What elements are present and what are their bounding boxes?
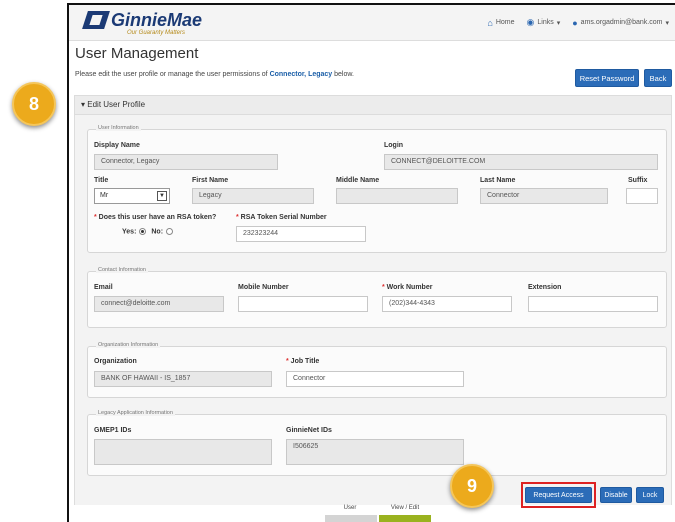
page-title: User Management	[75, 45, 199, 62]
middle-name-label: Middle Name	[336, 177, 380, 184]
intro-user-name: Connector, Legacy	[269, 71, 333, 78]
nav-user-menu[interactable]: ● ams.orgadmin@bank.com ▾	[572, 18, 669, 28]
job-title-field[interactable]: Connector	[286, 371, 464, 387]
login-label: Login	[384, 142, 404, 149]
home-icon: ⌂	[487, 17, 493, 28]
chevron-down-icon: ▾	[665, 19, 669, 27]
title-select[interactable]: Mr ▼	[94, 188, 170, 204]
nav-links-label: Links	[537, 19, 554, 26]
mobile-field[interactable]	[238, 296, 368, 312]
suffix-field[interactable]	[626, 188, 658, 204]
intro-suffix: below.	[332, 71, 354, 78]
display-name-label: Display Name	[94, 142, 140, 149]
rsa-yes-label: Yes:	[122, 228, 137, 236]
gmep1-ids-label: GMEP1 IDs	[94, 427, 132, 434]
intro-prefix: Please edit the user profile or manage t…	[75, 71, 270, 78]
disable-button[interactable]: Disable	[600, 487, 632, 503]
title-select-value: Mr	[100, 192, 109, 199]
top-nav: ⌂ Home ◉ Links ▾ ● ams.orgadmin@bank.com ▾	[487, 17, 669, 28]
group-legend: Legacy Application Information	[96, 410, 175, 416]
organization-label: Organization	[94, 358, 137, 365]
nav-user-label: ams.orgadmin@bank.com	[580, 19, 663, 26]
nav-links[interactable]: ◉ Links ▾	[527, 17, 561, 28]
middle-name-field[interactable]	[336, 188, 458, 204]
rsa-radio-group: Yes: No:	[122, 228, 176, 235]
first-name-field[interactable]: Legacy	[192, 188, 314, 204]
top-bar: GinnieMae Our Guaranty Matters ⌂ Home ◉ Li…	[69, 5, 675, 41]
rsa-serial-label: * RSA Token Serial Number	[236, 214, 327, 221]
section-title: Edit User Profile	[87, 100, 146, 109]
back-button[interactable]: Back	[644, 69, 672, 87]
contact-information-group: Contact Information Email connect@deloit…	[87, 267, 667, 328]
extension-label: Extension	[528, 284, 562, 291]
nav-home-label: Home	[495, 19, 515, 26]
nav-home[interactable]: ⌂ Home	[487, 18, 514, 28]
logo-text: GinnieMae	[111, 10, 203, 30]
display-name-field[interactable]: Connector, Legacy	[94, 154, 278, 170]
organization-field[interactable]: BANK OF HAWAII - IS_1857	[94, 371, 272, 387]
legacy-application-group: Legacy Application Information GMEP1 IDs…	[87, 410, 667, 476]
last-name-field[interactable]: Connector	[480, 188, 608, 204]
rsa-no-radio[interactable]	[166, 228, 174, 235]
work-number-field[interactable]: (202)344-4343	[382, 296, 512, 312]
edit-profile-panel: User Information Display Name Connector,…	[74, 115, 672, 505]
rsa-yes-radio[interactable]	[139, 228, 147, 235]
chevron-down-icon: ▼	[157, 191, 167, 201]
logo-mark-icon	[82, 11, 110, 29]
step-badge-9: 9	[450, 464, 494, 508]
edit-user-profile-toggle[interactable]: ▾ Edit User Profile	[74, 95, 672, 115]
group-legend: Organization Information	[96, 342, 161, 348]
group-legend: Contact Information	[96, 267, 148, 273]
rsa-question-text: Does this user have an RSA token?	[98, 214, 217, 221]
rsa-no-label: No:	[151, 228, 164, 236]
email-label: Email	[94, 284, 113, 291]
legend-user-label: User	[343, 505, 357, 511]
group-legend: User Information	[96, 125, 141, 131]
highlight-box	[521, 482, 596, 508]
job-title-label-text: Job Title	[290, 358, 320, 365]
reset-password-button[interactable]: Reset Password	[575, 69, 639, 87]
first-name-label: First Name	[192, 177, 229, 184]
user-information-group: User Information Display Name Connector,…	[87, 125, 667, 253]
step-badge-8: 8	[12, 82, 56, 126]
job-title-label: * Job Title	[286, 358, 319, 365]
login-field[interactable]: CONNECT@DELOITTE.COM	[384, 154, 658, 170]
work-number-label-text: Work Number	[386, 284, 433, 291]
organization-information-group: Organization Information Organization BA…	[87, 342, 667, 398]
work-number-label: * Work Number	[382, 284, 432, 291]
rsa-serial-field[interactable]: 232323244	[236, 226, 366, 242]
ginnienet-ids-field[interactable]: I506625	[286, 439, 464, 465]
ginniemae-logo[interactable]: GinnieMae Our Guaranty Matters	[82, 10, 203, 36]
chevron-down-icon: ▾	[556, 19, 561, 27]
user-icon: ●	[572, 17, 578, 28]
suffix-label: Suffix	[628, 177, 648, 184]
email-field[interactable]: connect@deloitte.com	[94, 296, 224, 312]
last-name-label: Last Name	[480, 177, 516, 184]
extension-field[interactable]	[528, 296, 658, 312]
logo-tagline: Our Guaranty Matters	[127, 30, 186, 36]
rsa-serial-label-text: RSA Token Serial Number	[240, 214, 327, 221]
intro-text: Please edit the user profile or manage t…	[75, 71, 354, 78]
rsa-question-label: * Does this user have an RSA token?	[94, 214, 216, 221]
legend-view-edit-swatch	[379, 515, 431, 522]
ginnienet-ids-label: GinnieNet IDs	[286, 427, 332, 434]
legend-user-swatch	[325, 515, 377, 522]
gmep1-ids-field[interactable]	[94, 439, 272, 465]
step-9-label: 9	[466, 475, 477, 496]
title-label: Title	[94, 177, 109, 184]
step-8-label: 8	[28, 93, 39, 114]
legend-view-edit-label: View / Edit	[390, 505, 420, 511]
app-window: GinnieMae Our Guaranty Matters ⌂ Home ◉ Li…	[67, 3, 675, 522]
globe-icon: ◉	[526, 17, 535, 27]
mobile-label: Mobile Number	[238, 284, 289, 291]
lock-button[interactable]: Lock	[636, 487, 664, 503]
